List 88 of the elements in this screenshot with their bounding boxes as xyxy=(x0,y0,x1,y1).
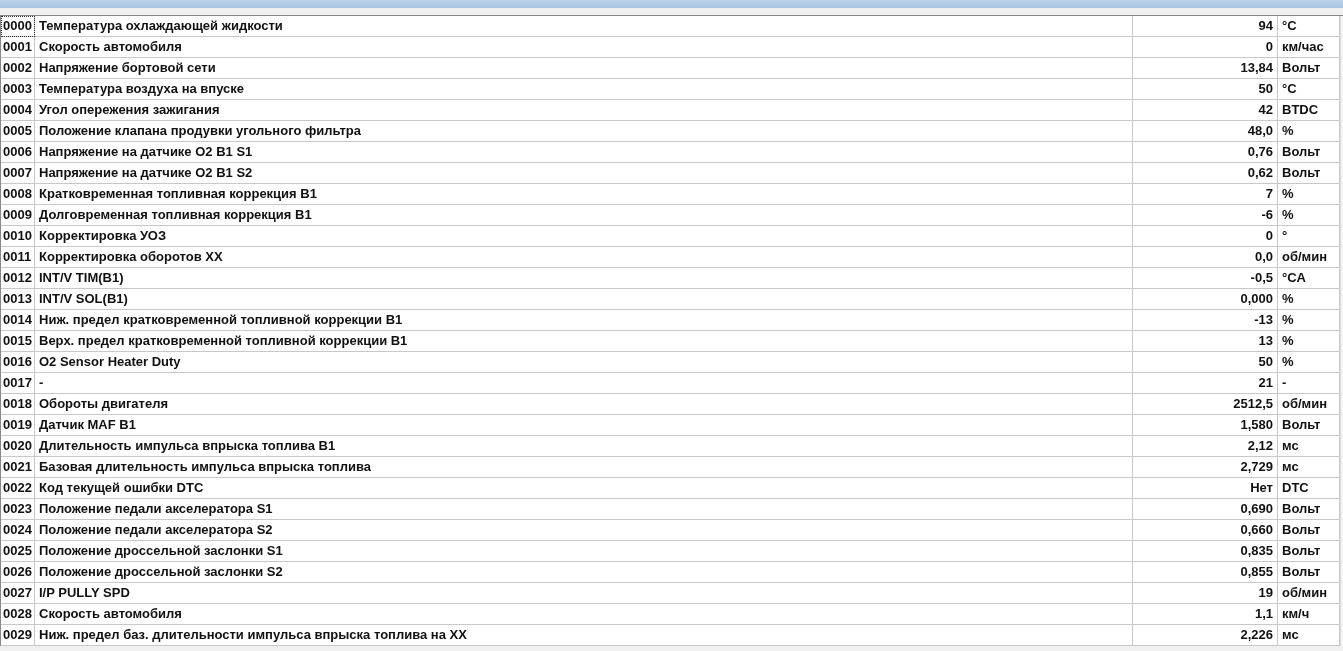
row-number-cell: 0008 xyxy=(1,184,35,205)
value-cell: 0 xyxy=(1133,226,1278,247)
row-number-cell: 0028 xyxy=(1,604,35,625)
parameter-name-cell: INT/V SOL(B1) xyxy=(35,289,1133,310)
parameter-name-cell: Кратковременная топливная коррекция B1 xyxy=(35,184,1133,205)
parameter-name-cell: Напряжение бортовой сети xyxy=(35,58,1133,79)
row-number-cell: 0009 xyxy=(1,205,35,226)
value-cell: 42 xyxy=(1133,100,1278,121)
row-number-cell: 0016 xyxy=(1,352,35,373)
value-cell: 0,660 xyxy=(1133,520,1278,541)
value-cell: 13,84 xyxy=(1133,58,1278,79)
row-number-cell: 0027 xyxy=(1,583,35,604)
value-cell: 19 xyxy=(1133,583,1278,604)
value-cell: 50 xyxy=(1133,352,1278,373)
value-cell: 1,1 xyxy=(1133,604,1278,625)
row-number-cell: 0003 xyxy=(1,79,35,100)
row-number-cell: 0011 xyxy=(1,247,35,268)
parameter-name-cell: Длительность импульса впрыска топлива B1 xyxy=(35,436,1133,457)
parameter-name-cell: Корректировка оборотов ХХ xyxy=(35,247,1133,268)
value-cell: 2512,5 xyxy=(1133,394,1278,415)
row-number-cell: 0022 xyxy=(1,478,35,499)
row-number-cell: 0018 xyxy=(1,394,35,415)
value-cell: 0,835 xyxy=(1133,541,1278,562)
value-cell: Нет xyxy=(1133,478,1278,499)
row-number-cell: 0000 xyxy=(1,16,35,37)
parameter-name-cell: Код текущей ошибки DTC xyxy=(35,478,1133,499)
row-number-cell: 0001 xyxy=(1,37,35,58)
parameter-name-cell: - xyxy=(35,373,1133,394)
row-number-cell: 0021 xyxy=(1,457,35,478)
row-number-cell: 0019 xyxy=(1,415,35,436)
parameter-name-cell: INT/V TIM(B1) xyxy=(35,268,1133,289)
parameter-name-cell: O2 Sensor Heater Duty xyxy=(35,352,1133,373)
parameter-name-cell: Положение дроссельной заслонки S1 xyxy=(35,541,1133,562)
parameter-name-cell: Температура воздуха на впуске xyxy=(35,79,1133,100)
value-cell: 2,729 xyxy=(1133,457,1278,478)
parameter-name-cell: Скорость автомобиля xyxy=(35,604,1133,625)
parameter-name-cell: Положение клапана продувки угольного фильтра xyxy=(35,121,1133,142)
parameter-name-cell: Обороты двигателя xyxy=(35,394,1133,415)
value-cell: -13 xyxy=(1133,310,1278,331)
parameter-name-cell: Температура охлаждающей жидкости xyxy=(35,16,1133,37)
row-number-cell: 0007 xyxy=(1,163,35,184)
parameter-name-cell: Скорость автомобиля xyxy=(35,37,1133,58)
row-number-cell: 0005 xyxy=(1,121,35,142)
value-cell: 48,0 xyxy=(1133,121,1278,142)
row-number-cell: 0024 xyxy=(1,520,35,541)
value-cell: 0,000 xyxy=(1133,289,1278,310)
value-cell: 21 xyxy=(1133,373,1278,394)
row-number-cell: 0010 xyxy=(1,226,35,247)
parameter-name-cell: Напряжение на датчике O2 B1 S2 xyxy=(35,163,1133,184)
value-cell: 1,580 xyxy=(1133,415,1278,436)
row-number-cell: 0012 xyxy=(1,268,35,289)
row-number-cell: 0026 xyxy=(1,562,35,583)
row-number-cell: 0014 xyxy=(1,310,35,331)
value-cell: -0,5 xyxy=(1133,268,1278,289)
row-number-cell: 0017 xyxy=(1,373,35,394)
value-cell: 13 xyxy=(1133,331,1278,352)
value-cell: 94 xyxy=(1133,16,1278,37)
parameter-name-cell: Базовая длительность импульса впрыска топлива xyxy=(35,457,1133,478)
parameter-name-cell: Положение педали акселератора S1 xyxy=(35,499,1133,520)
parameter-name-cell: Корректировка УОЗ xyxy=(35,226,1133,247)
parameter-name-cell: Положение дроссельной заслонки S2 xyxy=(35,562,1133,583)
value-cell: 0,0 xyxy=(1133,247,1278,268)
value-cell: 0,76 xyxy=(1133,142,1278,163)
value-cell: 7 xyxy=(1133,184,1278,205)
value-cell: 0,62 xyxy=(1133,163,1278,184)
row-number-cell: 0023 xyxy=(1,499,35,520)
parameter-name-cell: I/P PULLY SPD xyxy=(35,583,1133,604)
value-cell: 0,855 xyxy=(1133,562,1278,583)
row-number-cell: 0006 xyxy=(1,142,35,163)
row-number-cell: 0013 xyxy=(1,289,35,310)
parameter-name-cell: Положение педали акселератора S2 xyxy=(35,520,1133,541)
value-cell: -6 xyxy=(1133,205,1278,226)
row-number-cell: 0004 xyxy=(1,100,35,121)
value-cell: 50 xyxy=(1133,79,1278,100)
parameter-name-cell: Напряжение на датчике O2 B1 S1 xyxy=(35,142,1133,163)
parameter-name-cell: Угол опережения зажигания xyxy=(35,100,1133,121)
value-cell: 2,12 xyxy=(1133,436,1278,457)
row-number-cell: 0020 xyxy=(1,436,35,457)
row-number-cell: 0015 xyxy=(1,331,35,352)
row-number-cell: 0025 xyxy=(1,541,35,562)
value-cell: 0,690 xyxy=(1133,499,1278,520)
parameter-name-cell: Датчик MAF B1 xyxy=(35,415,1133,436)
parameter-name-cell: Ниж. предел кратковременной топливной коррекции B1 xyxy=(35,310,1133,331)
parameter-name-cell: Долговременная топливная коррекция B1 xyxy=(35,205,1133,226)
scrollbar[interactable] xyxy=(1340,16,1343,646)
row-number-cell: 0002 xyxy=(1,58,35,79)
value-cell: 0 xyxy=(1133,37,1278,58)
parameter-name-cell: Верх. предел кратковременной топливной коррекции B1 xyxy=(35,331,1133,352)
